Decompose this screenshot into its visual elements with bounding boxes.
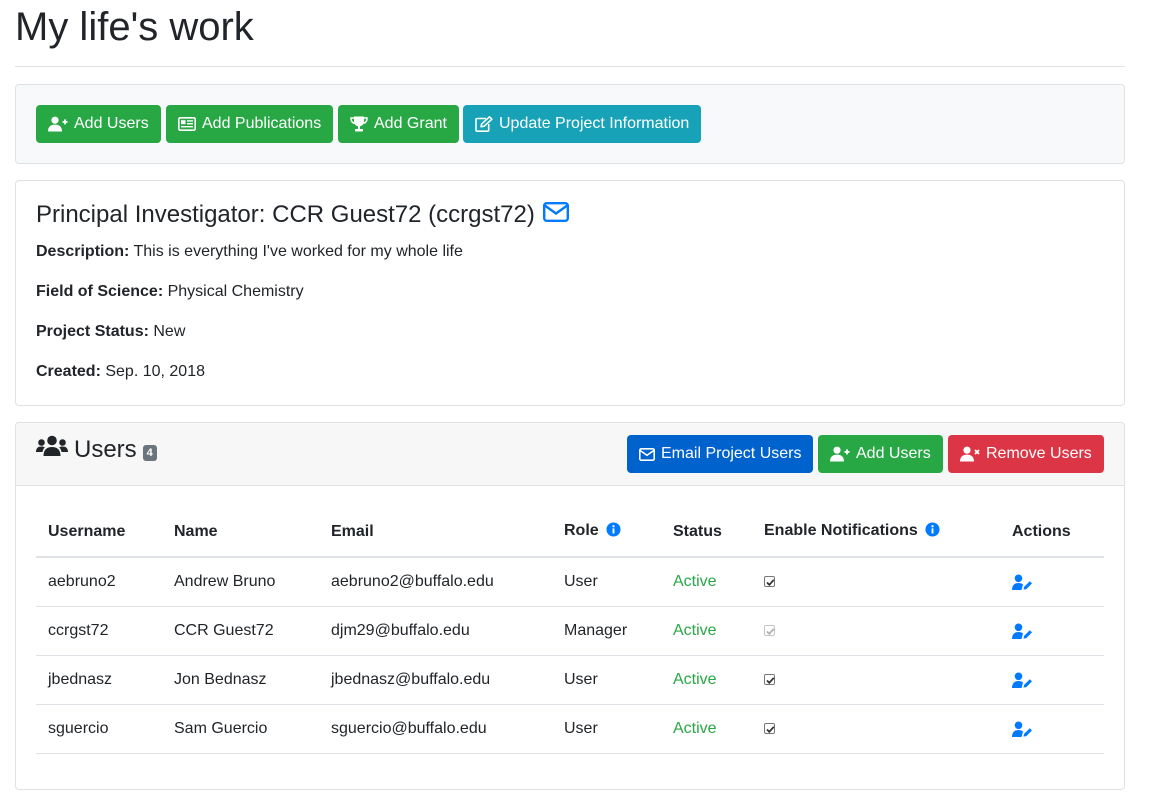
trophy-icon — [350, 116, 368, 132]
edit-icon — [475, 116, 493, 132]
cell-actions — [1000, 557, 1104, 607]
add-grant-label: Add Grant — [374, 115, 447, 132]
info-circle-icon[interactable] — [606, 521, 621, 542]
cell-name: CCR Guest72 — [162, 606, 319, 656]
remove-users-label: Remove Users — [986, 445, 1092, 462]
table-row: aebruno2 Andrew Bruno aebruno2@buffalo.e… — [36, 557, 1104, 607]
cell-status: Active — [661, 655, 752, 705]
column-header-email[interactable]: Email — [319, 507, 552, 558]
info-circle-icon[interactable] — [925, 521, 940, 542]
column-header-notifications[interactable]: Enable Notifications — [752, 507, 1000, 558]
user-edit-icon[interactable] — [1012, 721, 1033, 743]
users-table-header-row: Username Name Email Role Status Enable N… — [36, 507, 1104, 558]
description-value: This is everything I've worked for my wh… — [133, 243, 463, 260]
update-project-label: Update Project Information — [499, 115, 690, 132]
table-row: jbednasz Jon Bednasz jbednasz@buffalo.ed… — [36, 655, 1104, 705]
table-row: sguercio Sam Guercio sguercio@buffalo.ed… — [36, 704, 1104, 754]
page-title: My life's work — [15, 0, 1125, 67]
column-header-actions[interactable]: Actions — [1000, 507, 1104, 558]
user-plus-icon — [830, 446, 850, 462]
column-header-username[interactable]: Username — [36, 507, 162, 558]
page-container: My life's work Add Users Add Publication… — [15, 0, 1125, 790]
cell-email: jbednasz@buffalo.edu — [319, 655, 552, 705]
project-status-line: Project Status: New — [36, 323, 185, 341]
created-label: Created: — [36, 363, 101, 380]
cell-status: Active — [661, 704, 752, 754]
cell-actions — [1000, 606, 1104, 656]
envelope-icon[interactable] — [542, 201, 569, 229]
add-publications-label: Add Publications — [202, 115, 322, 132]
email-project-users-label: Email Project Users — [661, 445, 802, 462]
cell-role: User — [552, 655, 661, 705]
users-table: Username Name Email Role Status Enable N… — [36, 507, 1104, 754]
created-line: Created: Sep. 10, 2018 — [36, 363, 205, 381]
cell-name: Andrew Bruno — [162, 557, 319, 607]
project-toolbar: Add Users Add Publications Add Grant Upd… — [15, 84, 1125, 164]
cell-username: aebruno2 — [36, 557, 162, 607]
user-edit-icon[interactable] — [1012, 672, 1033, 694]
created-value: Sep. 10, 2018 — [105, 363, 205, 380]
cell-role: User — [552, 704, 661, 754]
users-icon — [36, 435, 68, 464]
update-project-button[interactable]: Update Project Information — [463, 105, 702, 143]
table-row: ccrgst72 CCR Guest72 djm29@buffalo.edu M… — [36, 606, 1104, 656]
user-plus-icon — [48, 116, 68, 132]
add-grant-button[interactable]: Add Grant — [338, 105, 459, 143]
add-publications-button[interactable]: Add Publications — [166, 105, 334, 143]
users-title-text: Users — [74, 435, 137, 463]
add-users-button-secondary[interactable]: Add Users — [818, 435, 943, 473]
description-line: Description: This is everything I've wor… — [36, 243, 463, 261]
project-status-label: Project Status: — [36, 323, 149, 340]
users-count-badge: 4 — [142, 444, 157, 461]
cell-role: Manager — [552, 606, 661, 656]
field-of-science-label: Field of Science: — [36, 283, 164, 300]
user-edit-icon[interactable] — [1012, 574, 1033, 596]
email-project-users-button[interactable]: Email Project Users — [627, 435, 814, 473]
add-users-secondary-label: Add Users — [856, 445, 931, 462]
cell-notifications — [752, 704, 1000, 754]
project-status-value: New — [153, 323, 186, 340]
cell-actions — [1000, 704, 1104, 754]
field-of-science-line: Field of Science: Physical Chemistry — [36, 283, 304, 301]
column-header-name[interactable]: Name — [162, 507, 319, 558]
role-header-label: Role — [564, 521, 599, 539]
user-times-icon — [960, 446, 980, 462]
cell-status: Active — [661, 606, 752, 656]
pi-heading: Principal Investigator: CCR Guest72 (ccr… — [36, 201, 569, 229]
newspaper-icon — [178, 117, 196, 131]
add-users-button[interactable]: Add Users — [36, 105, 161, 143]
envelope-icon — [639, 447, 655, 461]
cell-notifications — [752, 606, 1000, 656]
field-of-science-value: Physical Chemistry — [167, 283, 304, 300]
notification-checkbox-disabled — [764, 624, 775, 636]
notification-checkbox[interactable] — [764, 722, 775, 734]
notification-checkbox[interactable] — [764, 575, 775, 587]
cell-status: Active — [661, 557, 752, 607]
users-card-header: Users 4 Email Project Users Add Users Re… — [16, 423, 1124, 486]
user-edit-icon[interactable] — [1012, 623, 1033, 645]
cell-role: User — [552, 557, 661, 607]
notification-checkbox[interactable] — [764, 673, 775, 685]
cell-actions — [1000, 655, 1104, 705]
cell-email: djm29@buffalo.edu — [319, 606, 552, 656]
cell-username: ccrgst72 — [36, 606, 162, 656]
project-info-card: Principal Investigator: CCR Guest72 (ccr… — [15, 180, 1125, 406]
cell-name: Sam Guercio — [162, 704, 319, 754]
remove-users-button[interactable]: Remove Users — [948, 435, 1104, 473]
add-users-label: Add Users — [74, 115, 149, 132]
pi-heading-text: Principal Investigator: CCR Guest72 (ccr… — [36, 201, 535, 228]
cell-email: sguercio@buffalo.edu — [319, 704, 552, 754]
cell-email: aebruno2@buffalo.edu — [319, 557, 552, 607]
notifications-header-label: Enable Notifications — [764, 521, 918, 539]
description-label: Description: — [36, 243, 130, 260]
cell-username: jbednasz — [36, 655, 162, 705]
users-heading: Users 4 — [36, 435, 157, 464]
column-header-role[interactable]: Role — [552, 507, 661, 558]
cell-name: Jon Bednasz — [162, 655, 319, 705]
cell-notifications — [752, 655, 1000, 705]
cell-username: sguercio — [36, 704, 162, 754]
cell-notifications — [752, 557, 1000, 607]
column-header-status[interactable]: Status — [661, 507, 752, 558]
users-card: Users 4 Email Project Users Add Users Re… — [15, 422, 1125, 790]
